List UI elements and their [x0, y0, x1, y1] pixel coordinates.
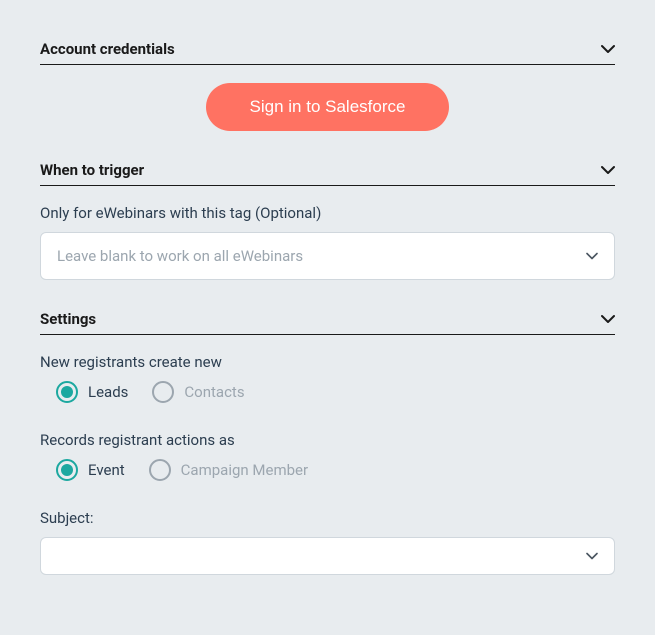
subject-label: Subject: — [40, 509, 615, 527]
new-registrants-radio-group: Leads Contacts — [40, 381, 615, 403]
new-registrants-label: New registrants create new — [40, 353, 615, 371]
form-container: Account credentials Sign in to Salesforc… — [20, 20, 635, 615]
radio-leads-label: Leads — [88, 383, 128, 401]
radio-leads[interactable]: Leads — [56, 381, 128, 403]
settings-title: Settings — [40, 310, 96, 328]
radio-campaign-member[interactable]: Campaign Member — [149, 459, 308, 481]
tag-filter-placeholder: Leave blank to work on all eWebinars — [57, 247, 303, 265]
radio-event-label: Event — [88, 461, 125, 479]
account-credentials-title: Account credentials — [40, 40, 175, 58]
account-credentials-header[interactable]: Account credentials — [40, 40, 615, 65]
signin-salesforce-button[interactable]: Sign in to Salesforce — [206, 83, 450, 131]
records-actions-label: Records registrant actions as — [40, 431, 615, 449]
radio-button-icon — [152, 381, 174, 403]
radio-button-icon — [149, 459, 171, 481]
subject-select[interactable] — [40, 537, 615, 575]
when-to-trigger-header[interactable]: When to trigger — [40, 161, 615, 186]
chevron-down-icon — [586, 552, 598, 560]
radio-button-icon — [56, 381, 78, 403]
tag-filter-select[interactable]: Leave blank to work on all eWebinars — [40, 232, 615, 280]
radio-button-icon — [56, 459, 78, 481]
radio-contacts-label: Contacts — [184, 383, 244, 401]
radio-event[interactable]: Event — [56, 459, 125, 481]
chevron-down-icon — [601, 314, 615, 324]
radio-campaign-member-label: Campaign Member — [181, 461, 308, 479]
chevron-down-icon — [601, 165, 615, 175]
radio-contacts[interactable]: Contacts — [152, 381, 244, 403]
chevron-down-icon — [586, 252, 598, 260]
records-actions-radio-group: Event Campaign Member — [40, 459, 615, 481]
signin-wrapper: Sign in to Salesforce — [40, 83, 615, 131]
when-to-trigger-title: When to trigger — [40, 161, 144, 179]
settings-header[interactable]: Settings — [40, 310, 615, 335]
tag-filter-label: Only for eWebinars with this tag (Option… — [40, 204, 615, 222]
chevron-down-icon — [601, 44, 615, 54]
